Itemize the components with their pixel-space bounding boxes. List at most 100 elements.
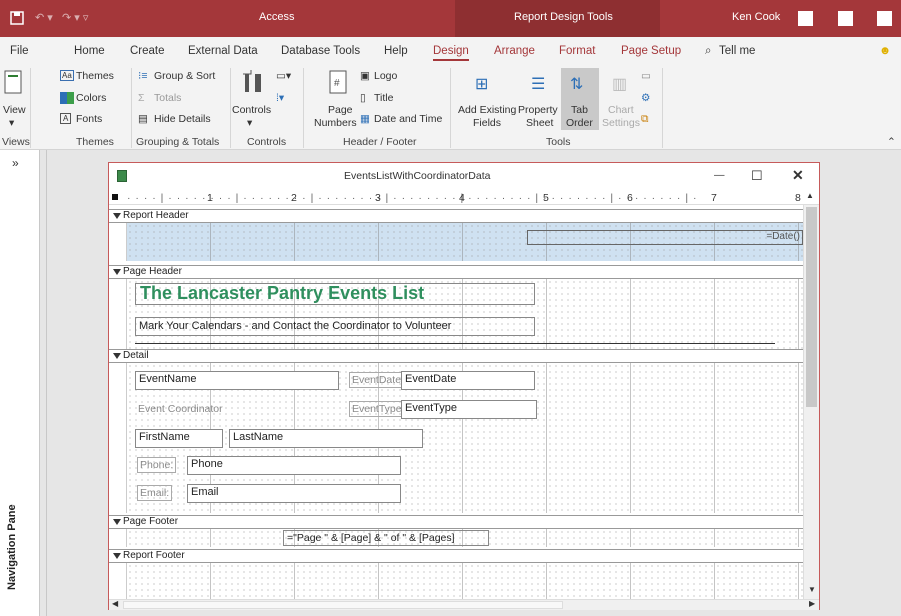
tab-order-label-1[interactable]: Tab [571,104,588,116]
event-type-label[interactable]: EventType: [349,401,408,417]
band-report-footer[interactable]: Report Footer [109,549,803,563]
phone-field[interactable]: Phone [187,456,401,475]
page-numbers-icon[interactable]: # [329,70,347,94]
vertical-scrollbar[interactable]: ▼ [803,205,819,599]
insert-image-icon[interactable]: ▭▾ [276,70,291,82]
account-icon[interactable] [798,11,813,26]
scroll-right-icon[interactable]: ▶ [809,599,815,608]
date-time-icon[interactable]: ▦ [360,113,370,125]
event-date-field[interactable]: EventDate [401,371,535,390]
date-time-button[interactable]: Date and Time [374,113,442,125]
fonts-button[interactable]: Fonts [76,113,102,125]
subform-icon[interactable]: ▭ [641,70,651,82]
divider [450,68,451,148]
tab-format[interactable]: Format [559,45,595,57]
event-coordinator-label[interactable]: Event Coordinator [135,401,226,417]
convert-macros-icon[interactable]: ⧉ [641,113,649,126]
redo-icon[interactable]: ↷ ▾ ▿ [62,11,88,24]
email-label[interactable]: Email: [137,485,173,501]
report-subtitle-label[interactable]: Mark Your Calendars - and Contact the Co… [135,317,535,336]
last-name-field[interactable]: LastName [229,429,423,448]
fonts-icon[interactable]: A [60,113,72,124]
page-numbers-label-1[interactable]: Page [328,104,353,116]
property-sheet-label-1[interactable]: Property [518,104,558,116]
title-button[interactable]: Title [374,92,393,104]
navigation-pane-label[interactable]: Navigation Pane [6,504,18,590]
controls-icon[interactable] [243,70,265,94]
left-ruler [109,529,127,547]
view-icon[interactable] [4,70,22,94]
smiley-feedback-icon[interactable]: ☻ [879,45,891,57]
event-name-field[interactable]: EventName [135,371,339,390]
band-page-footer[interactable]: Page Footer [109,515,803,529]
tab-database-tools[interactable]: Database Tools [281,45,360,57]
event-date-label[interactable]: EventDate: [349,372,407,388]
controls-button[interactable]: Controls [232,104,271,116]
tab-file[interactable]: File [10,45,29,57]
tell-me-search-icon[interactable]: ⌕ [705,45,711,58]
tab-help[interactable]: Help [384,45,408,57]
tab-order-icon[interactable]: ⇅ [570,74,583,94]
hide-details-icon[interactable]: ▤ [138,113,148,125]
email-field[interactable]: Email [187,484,401,503]
first-name-field[interactable]: FirstName [135,429,223,448]
phone-label[interactable]: Phone: [137,457,177,473]
band-report-header[interactable]: Report Header [109,209,803,223]
date-control[interactable]: =Date() [527,230,803,245]
view-dropdown-icon[interactable]: ▾ [9,117,14,129]
add-existing-fields-icon[interactable]: ⊞ [475,74,488,94]
report-close-icon[interactable]: ✕ [792,167,804,184]
colors-icon[interactable] [60,92,74,104]
add-existing-fields-label-1[interactable]: Add Existing [458,104,516,116]
title-icon[interactable]: ▯ [360,92,366,104]
minimize-icon[interactable] [838,11,853,26]
tab-create[interactable]: Create [130,45,165,57]
collapse-ribbon-icon[interactable]: ⌃ [887,136,896,148]
hscroll-thumb[interactable] [123,601,563,609]
report-minimize-icon[interactable]: — [714,169,725,181]
scroll-up-icon[interactable]: ▲ [806,191,814,200]
add-existing-fields-label-2[interactable]: Fields [473,117,501,129]
tab-home[interactable]: Home [74,45,105,57]
group-sort-icon[interactable]: ⁝≡ [138,70,147,82]
logo-icon[interactable]: ▣ [360,70,370,82]
navigation-pane[interactable]: » Navigation Pane [0,150,40,616]
themes-button[interactable]: Themes [76,70,114,82]
view-code-icon[interactable]: ⚙ [641,92,650,104]
controls-dropdown-icon[interactable]: ▾ [247,117,252,129]
tab-arrange[interactable]: Arrange [494,45,535,57]
scroll-left-icon[interactable]: ◀ [112,599,118,608]
tell-me-input[interactable]: Tell me [719,45,755,57]
insert-page-break-icon[interactable]: ⁞▾ [276,92,284,104]
tab-external-data[interactable]: External Data [188,45,258,57]
band-detail[interactable]: Detail [109,349,803,363]
save-icon[interactable] [10,11,24,25]
report-title-label[interactable]: The Lancaster Pantry Events List [135,283,535,305]
property-sheet-icon[interactable]: ☰ [531,74,545,94]
event-type-field[interactable]: EventType [401,400,537,419]
tab-design[interactable]: Design [433,45,469,61]
tab-order-label-2[interactable]: Order [566,117,593,129]
expand-nav-icon[interactable]: » [12,156,19,170]
tab-page-setup[interactable]: Page Setup [621,45,681,57]
property-sheet-label-2[interactable]: Sheet [526,117,553,129]
undo-icon[interactable]: ↶ ▾ [35,11,53,24]
view-button[interactable]: View [3,104,26,116]
band-page-header[interactable]: Page Header [109,265,803,279]
page-number-control[interactable]: ="Page " & [Page] & " of " & [Pages] [283,530,489,546]
maximize-icon[interactable] [877,11,892,26]
report-restore-icon[interactable]: ☐ [751,168,763,184]
themes-icon[interactable]: Aa [60,70,74,81]
user-name[interactable]: Ken Cook [732,11,780,23]
group-sort-button[interactable]: Group & Sort [154,70,215,82]
select-report-box[interactable] [112,194,118,200]
scroll-thumb[interactable] [806,207,817,407]
nav-splitter[interactable] [40,150,47,616]
hide-details-button[interactable]: Hide Details [154,113,211,125]
horizontal-scrollbar[interactable]: ◀ ▶ [109,599,819,610]
report-design-surface[interactable]: Report Header =Date() Page Header The La… [109,205,803,599]
logo-button[interactable]: Logo [374,70,397,82]
scroll-down-icon[interactable]: ▼ [808,585,816,594]
page-numbers-label-2[interactable]: Numbers [314,117,357,129]
colors-button[interactable]: Colors [76,92,106,104]
